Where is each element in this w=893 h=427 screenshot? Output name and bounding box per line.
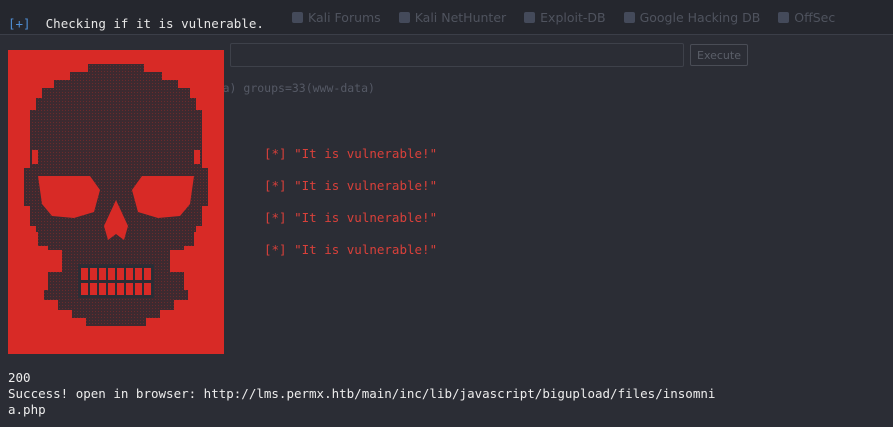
skull-art-svg (24, 64, 208, 326)
kali-icon (292, 12, 303, 23)
terminal-divider (0, 34, 893, 35)
vulnerable-line-1: [*] "It is vulnerable!" (264, 146, 438, 161)
ghost-command-input (230, 43, 684, 67)
checking-line: [+] Checking if it is vulnerable. (8, 16, 264, 31)
skull-ascii-art (8, 50, 224, 354)
bookmark-kali-nethunter: Kali NetHunter (398, 10, 506, 25)
check-prefix: [+] (8, 16, 31, 31)
ghdb-icon (623, 12, 635, 23)
ghost-execute-button: Execute (690, 44, 748, 66)
offsec-icon (778, 12, 790, 23)
http-status-code: 200 (8, 370, 31, 385)
kali-icon (398, 12, 410, 23)
bookmark-google-hacking-db: Google Hacking DB (623, 10, 760, 25)
vulnerable-line-4: [*] "It is vulnerable!" (264, 242, 438, 257)
bookmark-kali-forums: Kali Forums (292, 10, 381, 25)
skull-teeth (78, 264, 154, 298)
exploit-db-icon (524, 12, 536, 23)
success-message[interactable]: Success! open in browser: http://lms.per… (8, 386, 788, 418)
ghost-bookmarks: Kali Forums Kali NetHunter Exploit-DB Go… (292, 10, 849, 25)
check-text: Checking if it is vulnerable. (45, 16, 264, 31)
bookmark-offsec: OffSec (778, 10, 835, 25)
vulnerable-line-3: [*] "It is vulnerable!" (264, 210, 438, 225)
vulnerable-line-2: [*] "It is vulnerable!" (264, 178, 438, 193)
bookmark-exploit-db: Exploit-DB (524, 10, 606, 25)
